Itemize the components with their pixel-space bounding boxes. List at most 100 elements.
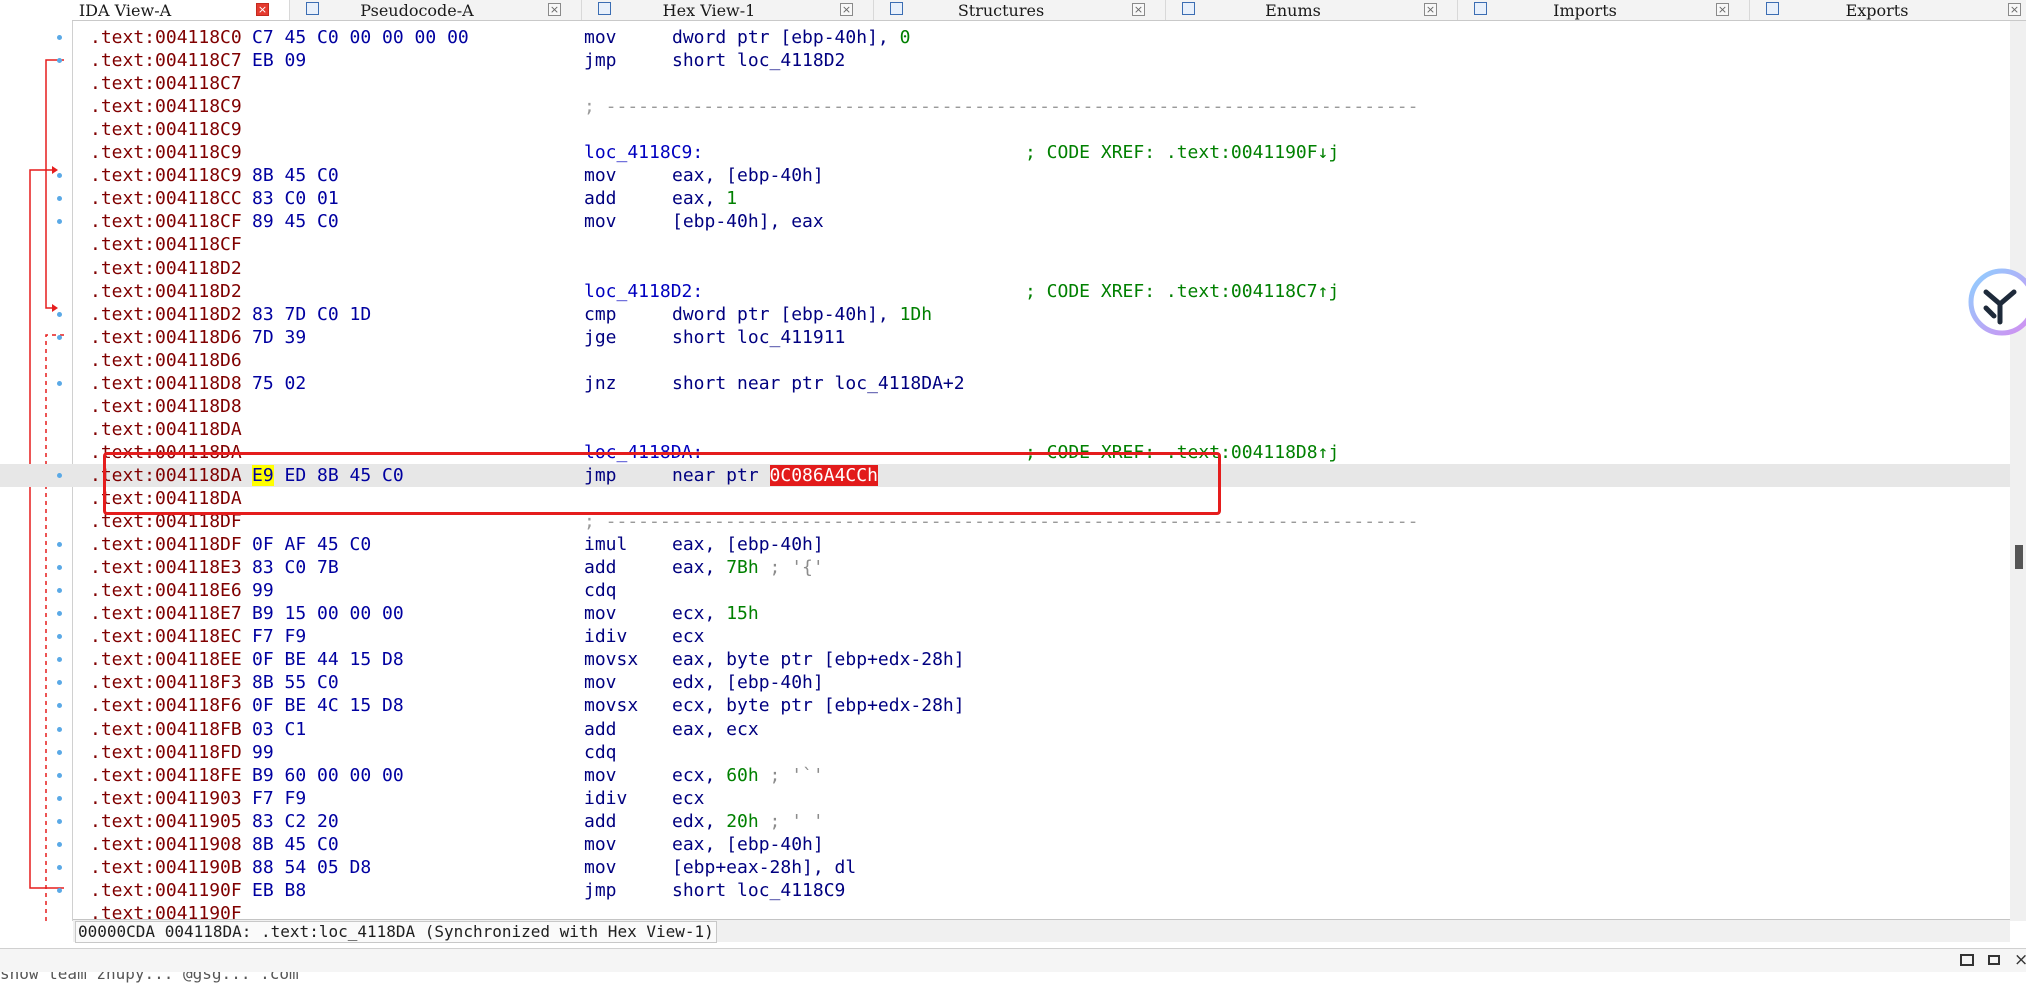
restore-icon[interactable]	[1988, 955, 2000, 965]
tab-close-icon[interactable]: ×	[1132, 3, 1145, 16]
listing-row[interactable]: .text:004118F3 8B 55 C0 mov edx, [ebp-40h]	[0, 671, 2010, 694]
listing-row[interactable]: .text:004118FD 99 cdq	[0, 741, 2010, 764]
opcode-bytes-text: 83 C0 01	[252, 188, 339, 210]
address: .text:004118C7	[90, 73, 242, 95]
listing-row[interactable]: .text:004118C9 ; ------------------------…	[0, 95, 2010, 118]
tab-close-icon[interactable]: ×	[256, 3, 269, 16]
address: .text:004118E7	[90, 603, 242, 625]
tab-label: Hex View-1	[662, 0, 756, 20]
breakpoint-dot[interactable]	[57, 864, 62, 870]
listing-row[interactable]: .text:004118FB 03 C1 add eax, ecx	[0, 718, 2010, 741]
address: .text:004118FD	[90, 741, 242, 763]
mnemonic: imul	[584, 534, 628, 556]
listing-row[interactable]: .text:00411903 F7 F9 idiv ecx	[0, 787, 2010, 810]
listing-row[interactable]: .text:004118D6 7D 39 jge short loc_411911	[0, 326, 2010, 349]
scrollbar-thumb[interactable]	[2015, 545, 2023, 569]
address: .text:004118F6	[90, 695, 242, 717]
operand-text: eax, ecx	[672, 718, 759, 740]
tab-enums[interactable]: Enums ×	[1168, 0, 1458, 20]
operands: dword ptr [ebp-40h], 1Dh	[672, 303, 932, 326]
maximize-icon[interactable]	[1960, 954, 1974, 966]
address: .text:004118C9	[90, 119, 242, 141]
operand-text: edx,	[672, 810, 727, 832]
breakpoint-dot[interactable]	[57, 472, 62, 478]
assistant-widget-icon[interactable]	[1964, 268, 2026, 336]
opcode-bytes-text: B9 60 00 00 00	[252, 764, 404, 786]
vertical-scrollbar[interactable]	[2010, 21, 2026, 921]
listing-row[interactable]: .text:004118E6 99 cdq	[0, 579, 2010, 602]
listing-row[interactable]: .text:004118EE 0F BE 44 15 D8 movsx eax, by…	[0, 648, 2010, 671]
listing-row[interactable]: .text:004118D8 75 02 jnz short near ptr loc…	[0, 372, 2010, 395]
breakpoint-dot[interactable]	[57, 818, 62, 824]
listing-row[interactable]: .text:004118C7	[0, 72, 2010, 95]
code-label: loc_4118D2:	[584, 280, 704, 302]
tab-close-icon[interactable]: ×	[1716, 3, 1729, 16]
listing-row[interactable]: .text:004118D6	[0, 349, 2010, 372]
listing-row[interactable]: .text:004118D2	[0, 257, 2010, 280]
address: .text:00411903	[90, 787, 242, 809]
opcode-bytes: 99	[252, 579, 274, 602]
tab-pseudocode-a[interactable]: Pseudocode-A ×	[292, 0, 582, 20]
tab-imports[interactable]: Imports ×	[1460, 0, 1750, 20]
tab-close-icon[interactable]: ×	[2008, 3, 2021, 16]
listing-row[interactable]: .text:004118C0 C7 45 C0 00 00 00 00 mov dwo…	[0, 26, 2010, 49]
listing-row[interactable]: .text:004118D2 loc_4118D2: ; CODE XREF: .t…	[0, 280, 2010, 303]
breakpoint-dot[interactable]	[57, 749, 62, 755]
opcode-bytes-text: 7D 39	[252, 326, 307, 348]
opcode-bytes-text: 0F BE 44 15 D8	[252, 649, 404, 671]
listing-row[interactable]: .text:004118DA	[0, 418, 2010, 441]
breakpoint-dot[interactable]	[57, 841, 62, 847]
breakpoint-dot[interactable]	[57, 311, 62, 317]
breakpoint-dot[interactable]	[57, 795, 62, 801]
tab-close-icon[interactable]: ×	[840, 3, 853, 16]
breakpoint-dot[interactable]	[57, 772, 62, 778]
tab-hex-view-1[interactable]: Hex View-1 ×	[584, 0, 874, 20]
tab-exports[interactable]: Exports ×	[1752, 0, 2026, 20]
listing-row[interactable]: .text:004118CF 89 45 C0 mov [ebp-40h], eax	[0, 210, 2010, 233]
listing-row[interactable]: .text:004118E7 B9 15 00 00 00 mov ecx, 15h	[0, 602, 2010, 625]
listing-row[interactable]: .text:00411908 8B 45 C0 mov eax, [ebp-40h]	[0, 833, 2010, 856]
opcode-bytes: B9 15 00 00 00	[252, 602, 404, 625]
opcode-bytes: 0F AF 45 C0	[252, 533, 371, 556]
listing-row[interactable]: .text:0041190B 88 54 05 D8 mov [ebp+eax-28h…	[0, 856, 2010, 879]
address: .text:00411908	[90, 833, 242, 855]
opcode-bytes-text: 8B 45 C0	[252, 165, 339, 187]
listing-row[interactable]: .text:004118C9	[0, 118, 2010, 141]
close-icon[interactable]: ×	[2014, 950, 2026, 970]
opcode-bytes-text: 75 02	[252, 372, 307, 394]
breakpoint-dot[interactable]	[57, 35, 62, 40]
opcode-bytes: F7 F9	[252, 625, 306, 648]
tab-structures[interactable]: Structures ×	[876, 0, 1166, 20]
breakpoint-dot[interactable]	[57, 726, 62, 732]
listing-row[interactable]: .text:004118C7 EB 09 jmp short loc_4118D2	[0, 49, 2010, 72]
operand-text: ecx, byte ptr [ebp+edx-28h]	[672, 695, 965, 717]
tab-close-icon[interactable]: ×	[1424, 3, 1437, 16]
tab-close-icon[interactable]: ×	[548, 3, 561, 16]
listing-row[interactable]: .text:00411905 83 C2 20 add edx, 20h ; ' '	[0, 810, 2010, 833]
listing-row[interactable]: .text:004118E3 83 C0 7B add eax, 7Bh ; '{'	[0, 556, 2010, 579]
mnemonic: idiv	[584, 626, 628, 648]
breakpoint-dot[interactable]	[57, 887, 62, 893]
address: .text:004118FE	[90, 764, 242, 786]
listing-row[interactable]: .text:004118F6 0F BE 4C 15 D8 movsx ecx, by…	[0, 694, 2010, 717]
listing-row[interactable]: .text:004118D8	[0, 395, 2010, 418]
operand-text: [ebp-40h], eax	[672, 211, 824, 233]
listing-row[interactable]: .text:004118FE B9 60 00 00 00 mov ecx, 60h …	[0, 764, 2010, 787]
listing-row[interactable]: .text:004118CF	[0, 233, 2010, 256]
address: .text:0041190B	[90, 856, 242, 878]
operands: eax, [ebp-40h]	[672, 164, 824, 187]
char-comment: ; '{'	[758, 557, 824, 579]
listing-row[interactable]: .text:004118C9 loc_4118C9: ; CODE XREF: .t…	[0, 141, 2010, 164]
output-console[interactable]: show team zhupy... @gsg... .com	[0, 972, 2026, 988]
listing-row[interactable]: .text:0041190F EB B8 jmp short loc_4118C9	[0, 879, 2010, 902]
breakpoint-dot[interactable]	[57, 334, 62, 340]
listing-row[interactable]: .text:004118D2 83 7D C0 1D cmp dword ptr [e…	[0, 303, 2010, 326]
opcode-bytes-text: F7 F9	[252, 787, 307, 809]
address: .text:004118CF	[90, 211, 242, 233]
listing-row[interactable]: .text:004118EC F7 F9 idiv ecx	[0, 625, 2010, 648]
listing-row[interactable]: .text:004118C9 8B 45 C0 mov eax, [ebp-40h]	[0, 164, 2010, 187]
listing-row[interactable]: .text:004118DF 0F AF 45 C0 imul eax, [ebp-4…	[0, 533, 2010, 556]
highlight-annotation-box	[103, 452, 1221, 515]
listing-row[interactable]: .text:004118CC 83 C0 01 add eax, 1	[0, 187, 2010, 210]
breakpoint-dot[interactable]	[57, 380, 62, 386]
